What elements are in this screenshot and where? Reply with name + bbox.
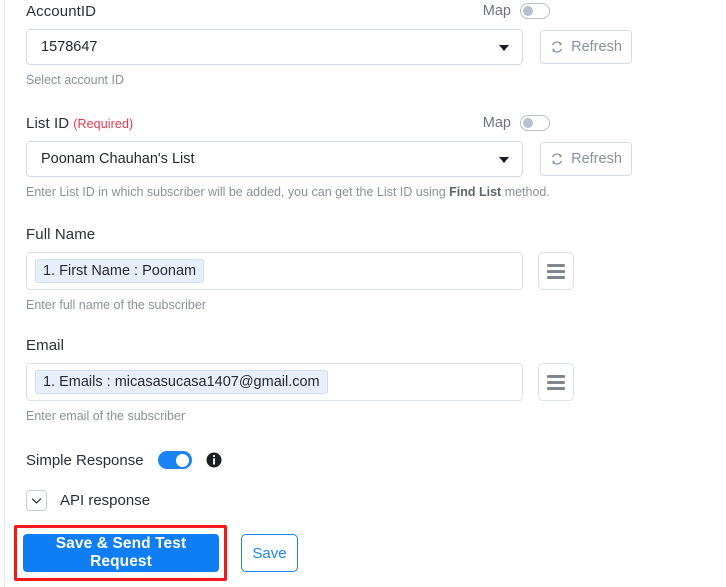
refresh-icon <box>552 41 562 53</box>
toggle-knob <box>522 5 533 16</box>
list-id-map-toggle[interactable] <box>520 115 550 131</box>
full-name-input-row: 1. First Name : Poonam <box>26 252 698 290</box>
list-bar <box>547 263 565 267</box>
email-list-button[interactable] <box>538 363 574 401</box>
full-name-token-chip[interactable]: 1. First Name : Poonam <box>35 259 205 283</box>
email-helper: Enter email of the subscriber <box>26 409 186 423</box>
account-id-select[interactable]: 1578647 <box>26 29 523 65</box>
list-id-label-row: List ID (Required) Map <box>26 112 698 134</box>
simple-response-label: Simple Response <box>26 451 144 469</box>
account-id-refresh-button[interactable]: Refresh <box>540 30 632 64</box>
list-bar <box>547 275 565 279</box>
full-name-label-row: Full Name <box>26 223 698 245</box>
refresh-icon <box>552 153 562 165</box>
primary-button-highlight: Save & Send Test Request <box>14 525 227 581</box>
list-id-helper-after: method. <box>501 185 550 199</box>
field-email: Email 1. Emails : micasasucasa1407@gmail… <box>26 334 698 423</box>
chevron-down-icon <box>499 45 509 51</box>
info-icon[interactable] <box>206 452 222 468</box>
form-panel: AccountID Map 1578647 Refresh Select acc… <box>0 0 726 587</box>
list-id-label-text: List ID <box>26 114 70 132</box>
simple-response-row: Simple Response <box>26 451 698 469</box>
account-id-map-toggle[interactable] <box>520 3 550 19</box>
email-input-row: 1. Emails : micasasucasa1407@gmail.com <box>26 363 698 401</box>
api-response-expand-button[interactable] <box>26 490 47 511</box>
list-id-value: Poonam Chauhan's List <box>41 151 195 167</box>
panel-left-divider <box>4 0 5 587</box>
account-id-map-label: Map <box>482 3 511 19</box>
api-response-row[interactable]: API response <box>26 490 698 511</box>
full-name-label: Full Name <box>26 225 96 243</box>
list-bar <box>547 386 565 390</box>
form-content: AccountID Map 1578647 Refresh Select acc… <box>14 0 698 581</box>
field-full-name: Full Name 1. First Name : Poonam Enter f… <box>26 223 698 312</box>
account-id-label: AccountID <box>26 2 97 20</box>
list-id-refresh-button[interactable]: Refresh <box>540 142 632 176</box>
list-id-label: List ID (Required) <box>26 115 133 132</box>
account-id-refresh-label: Refresh <box>571 39 622 55</box>
chevron-down-icon <box>499 157 509 163</box>
email-token-chip[interactable]: 1. Emails : micasasucasa1407@gmail.com <box>35 370 328 394</box>
simple-response-toggle[interactable] <box>157 451 192 469</box>
save-and-send-test-request-button[interactable]: Save & Send Test Request <box>23 534 219 572</box>
find-list-link[interactable]: Find List <box>449 185 501 199</box>
list-id-map-label: Map <box>482 115 511 131</box>
list-id-required-badge: (Required) <box>73 116 134 131</box>
full-name-list-button[interactable] <box>538 252 574 290</box>
list-id-map-group: Map <box>483 115 550 131</box>
list-id-refresh-label: Refresh <box>571 151 622 167</box>
list-bar <box>547 269 565 273</box>
field-list-id: List ID (Required) Map Poonam Chauhan's L… <box>26 112 698 199</box>
full-name-helper: Enter full name of the subscriber <box>26 298 206 312</box>
email-label: Email <box>26 336 65 354</box>
full-name-input[interactable]: 1. First Name : Poonam <box>26 252 523 290</box>
account-id-helper: Select account ID <box>26 73 124 87</box>
chevron-down-icon <box>31 497 42 504</box>
account-id-input-row: 1578647 Refresh <box>26 29 698 65</box>
account-id-value: 1578647 <box>41 39 98 55</box>
toggle-knob <box>175 454 189 467</box>
api-response-label: API response <box>60 492 151 509</box>
list-bar <box>547 380 565 384</box>
list-id-helper-before: Enter List ID in which subscriber will b… <box>26 185 450 199</box>
list-id-select[interactable]: Poonam Chauhan's List <box>26 141 523 177</box>
list-bar <box>547 374 565 378</box>
list-id-input-row: Poonam Chauhan's List Refresh <box>26 141 698 177</box>
account-id-label-row: AccountID Map <box>26 0 698 22</box>
save-button[interactable]: Save <box>241 534 298 572</box>
field-account-id: AccountID Map 1578647 Refresh Select acc… <box>26 0 698 87</box>
toggle-knob <box>522 117 533 128</box>
list-id-helper: Enter List ID in which subscriber will b… <box>26 185 698 199</box>
form-actions: Save & Send Test Request Save <box>14 525 698 581</box>
email-label-row: Email <box>26 334 698 356</box>
account-id-map-group: Map <box>483 3 550 19</box>
email-input[interactable]: 1. Emails : micasasucasa1407@gmail.com <box>26 363 523 401</box>
